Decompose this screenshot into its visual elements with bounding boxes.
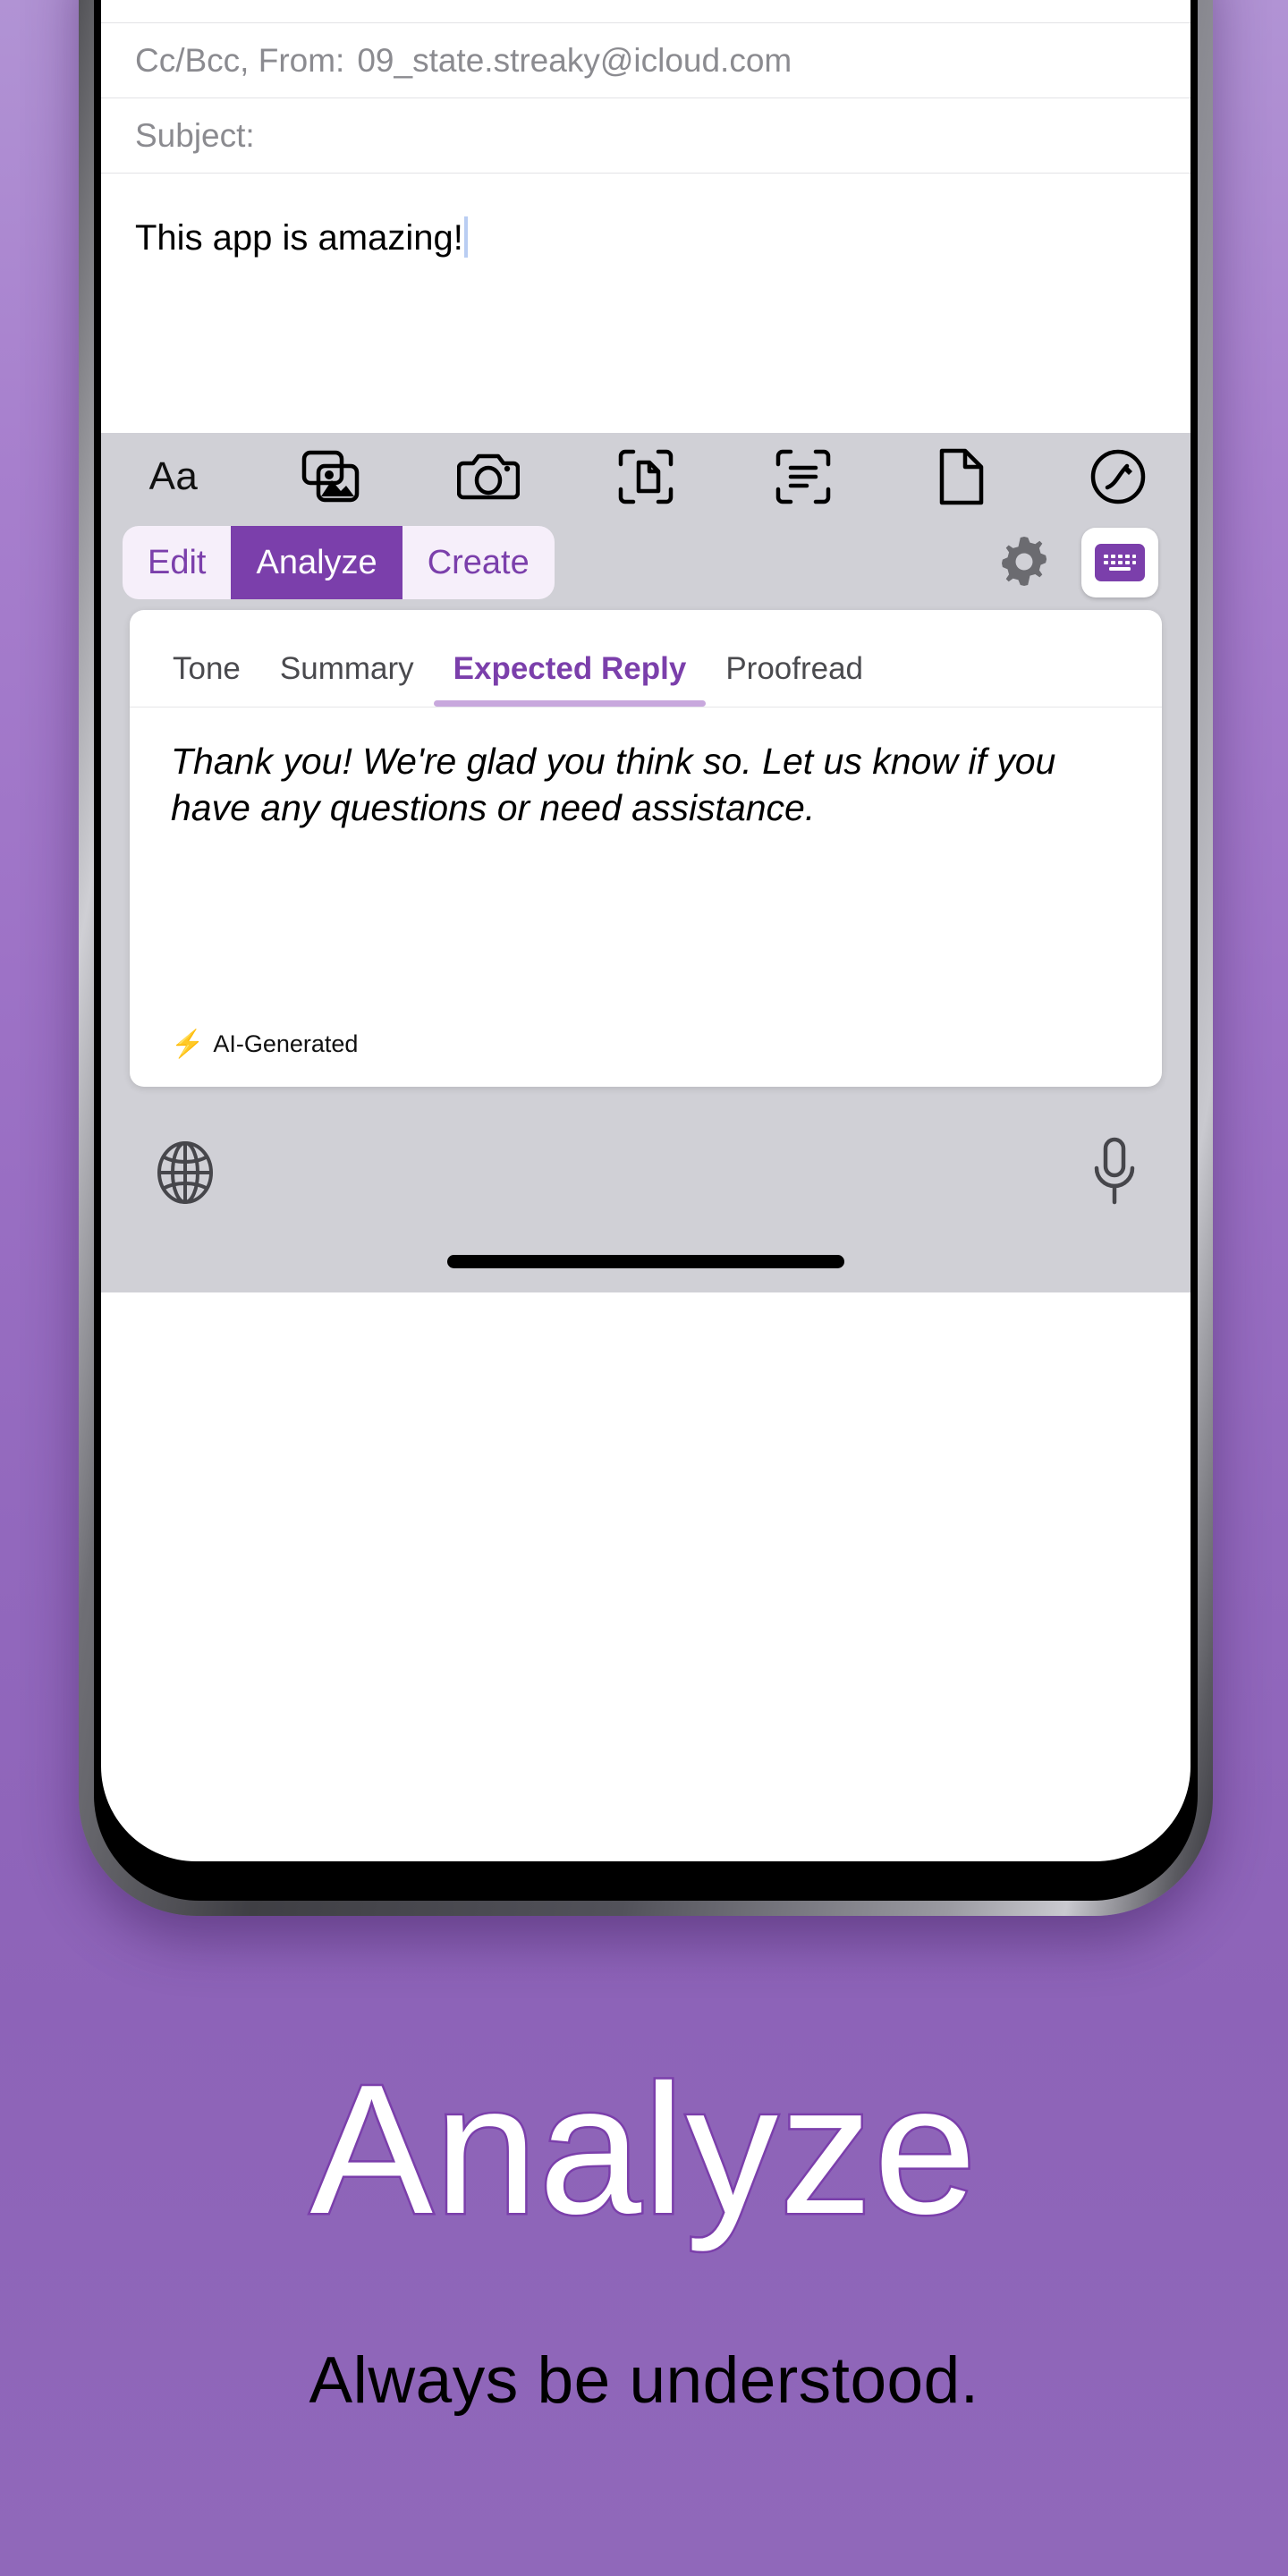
mail-compose-header: To: ParagraphAI Cc/Bcc, From: 09_state.s… [101,0,1191,433]
mode-tab-analyze[interactable]: Analyze [231,526,402,599]
attach-document-icon[interactable] [928,444,994,510]
keyboard-icon [1095,544,1145,581]
subject-field[interactable]: Subject: [101,98,1191,174]
markup-pen-icon[interactable] [1085,444,1151,510]
phone-bezel: To: ParagraphAI Cc/Bcc, From: 09_state.s… [94,0,1198,1901]
to-field[interactable]: To: ParagraphAI [101,0,1191,23]
text-format-icon[interactable]: Aa [140,444,207,510]
text-caret [463,216,468,258]
keyboard-accessory-area: Aa Edit Analyze Create Tone Summary Expe… [101,433,1191,1292]
text-format-label: Aa [148,454,199,498]
tab-expected-reply[interactable]: Expected Reply [433,651,707,707]
scan-document-icon[interactable] [613,444,679,510]
camera-icon[interactable] [455,444,521,510]
from-address[interactable]: 09_state.streaky@icloud.com [357,42,792,80]
mode-tab-create[interactable]: Create [402,526,555,599]
analysis-tab-bar: Tone Summary Expected Reply Proofread [130,610,1162,708]
mail-body-editor[interactable]: This app is amazing! [101,174,1191,433]
lightning-bolt-icon: ⚡ [171,1030,205,1059]
marketing-headline: Analyze [308,2046,979,2252]
tab-tone[interactable]: Tone [153,651,260,707]
attachment-toolbar: Aa [101,433,1191,515]
ai-generated-badge: ⚡ AI-Generated [171,1029,358,1060]
analysis-card-wrapper: Tone Summary Expected Reply Proofread Th… [101,610,1191,1087]
gear-icon[interactable] [992,530,1056,595]
marketing-subline: Always be understood. [309,2344,979,2417]
mode-tab-edit[interactable]: Edit [123,526,231,599]
subject-label: Subject: [135,116,255,154]
tab-proofread[interactable]: Proofread [706,651,883,707]
tab-summary[interactable]: Summary [260,651,434,707]
analysis-result-text: Thank you! We're glad you think so. Let … [171,741,1056,829]
photo-library-icon[interactable] [298,444,364,510]
mode-segmented-control[interactable]: Edit Analyze Create [123,526,555,599]
home-indicator-area [101,1230,1191,1292]
analysis-result-body: Thank you! We're glad you think so. Let … [130,708,1162,1087]
cc-bcc-from-field[interactable]: Cc/Bcc, From: 09_state.streaky@icloud.co… [101,23,1191,98]
phone-screen: To: ParagraphAI Cc/Bcc, From: 09_state.s… [101,0,1191,1861]
globe-icon[interactable] [151,1139,219,1211]
scan-text-icon[interactable] [770,444,836,510]
mode-switch-row: Edit Analyze Create [101,515,1191,610]
analysis-card: Tone Summary Expected Reply Proofread Th… [130,610,1162,1087]
mail-body-text: This app is amazing! [135,218,463,258]
keyboard-bottom-bar [101,1087,1191,1230]
cc-bcc-from-label: Cc/Bcc, From: [135,41,345,79]
microphone-icon[interactable] [1089,1136,1140,1214]
keyboard-toggle-button[interactable] [1081,528,1158,597]
ai-generated-label: AI-Generated [213,1030,359,1057]
phone-device-frame: To: ParagraphAI Cc/Bcc, From: 09_state.s… [79,0,1213,1916]
home-indicator[interactable] [447,1254,844,1268]
